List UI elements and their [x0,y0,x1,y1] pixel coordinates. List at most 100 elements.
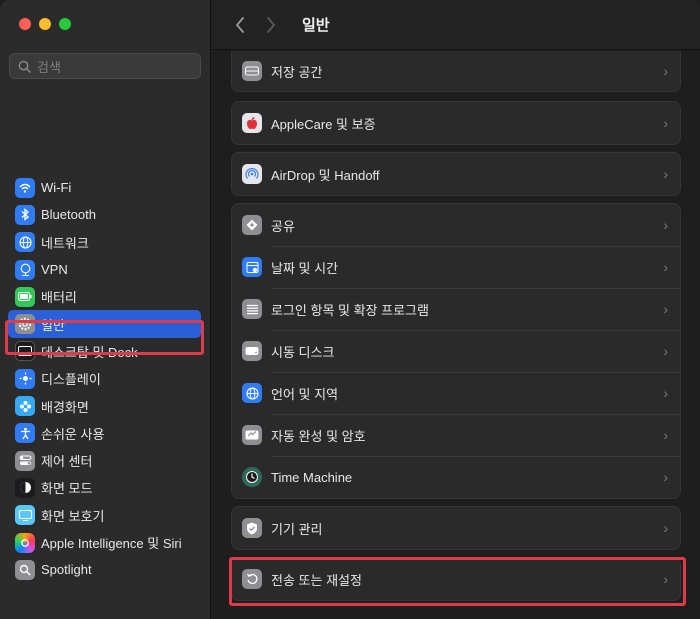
row-device-management[interactable]: 기기 관리 › [232,507,680,549]
row-label: 공유 [271,218,295,234]
row-autofill-passwords[interactable]: 자동 완성 및 암호 › [232,414,680,456]
window-controls [19,18,71,30]
apple-logo-icon [242,113,262,133]
sidebar-item-appearance[interactable]: 화면 모드 [0,474,211,501]
row-label: 기기 관리 [271,521,323,537]
chevron-right-icon: › [663,571,668,587]
keyboard-icon [242,425,262,445]
row-applecare[interactable]: AppleCare 및 보증 › [232,102,680,144]
chevron-right-icon [267,16,276,33]
row-sharing[interactable]: 공유 › [232,204,680,246]
search-input[interactable]: 검색 [9,53,201,79]
calendar-clock-icon [242,257,262,277]
sidebar-item-label: 손쉬운 사용 [41,426,105,442]
chevron-right-icon: › [663,259,668,275]
settings-group-airdrop: AirDrop 및 Handoff › [231,152,681,196]
sidebar-item-label: VPN [41,262,68,278]
sidebar-item-wifi[interactable]: Wi-Fi [0,174,211,201]
sidebar-item-label: Bluetooth [41,207,96,223]
chevron-left-icon [235,16,244,33]
settings-group-device: 기기 관리 › [231,506,681,550]
sidebar-item-label: 제어 센터 [41,454,93,470]
row-time-machine[interactable]: Time Machine › [232,456,680,498]
sidebar-item-control-center[interactable]: 제어 센터 [0,447,211,474]
magnifier-icon [15,559,35,580]
row-label: 로그인 항목 및 확장 프로그램 [271,302,429,318]
sidebar-item-label: 배경화면 [41,399,89,415]
time-machine-icon [242,467,262,487]
chevron-right-icon: › [663,115,668,131]
chevron-right-icon: › [663,520,668,536]
sidebar-item-network[interactable]: 네트워크 [0,229,211,256]
forward-button[interactable] [258,12,284,38]
chevron-right-icon: › [663,343,668,359]
display-icon [15,368,35,389]
device-management-icon [242,518,262,538]
screensaver-icon [15,505,35,526]
reset-icon [242,569,262,589]
row-label: Time Machine [271,469,353,485]
battery-icon [15,286,35,307]
row-label: 자동 완성 및 암호 [271,428,366,444]
row-label: 날짜 및 시간 [271,260,339,276]
row-date-time[interactable]: 날짜 및 시간 › [232,246,680,288]
sidebar-item-apple-intelligence-siri[interactable]: Apple Intelligence 및 Siri [0,529,211,556]
settings-group-applecare: AppleCare 및 보증 › [231,101,681,145]
sidebar-item-desktop-dock[interactable]: 데스크탑 및 Dock [0,338,211,365]
row-storage[interactable]: 저장 공간 › [232,51,680,91]
globe-icon [242,383,262,403]
sidebar-item-vpn[interactable]: VPN [0,256,211,283]
minimize-button[interactable] [39,18,51,30]
row-label: 시동 디스크 [271,344,335,360]
toolbar: 일반 [212,0,700,50]
chevron-right-icon: › [663,469,668,485]
sidebar-item-battery[interactable]: 배터리 [0,283,211,310]
sidebar-item-label: 네트워크 [41,235,89,251]
row-label: 저장 공간 [271,64,323,80]
zoom-button[interactable] [59,18,71,30]
chevron-right-icon: › [663,301,668,317]
back-button[interactable] [227,12,253,38]
wifi-icon [15,177,35,198]
row-language-region[interactable]: 언어 및 지역 › [232,372,680,414]
sidebar-item-label: 배터리 [41,290,77,306]
search-placeholder: 검색 [37,59,61,75]
chevron-right-icon: › [663,385,668,401]
close-button[interactable] [19,18,31,30]
row-login-items[interactable]: 로그인 항목 및 확장 프로그램 › [232,288,680,330]
row-startup-disk[interactable]: 시동 디스크 › [232,330,680,372]
airdrop-icon [242,164,262,184]
main-content: 저장 공간 › AppleCare 및 보증 › AirDrop 및 Hando… [212,51,700,619]
sidebar-item-wallpaper[interactable]: 배경화면 [0,392,211,419]
row-label: AppleCare 및 보증 [271,116,376,132]
row-airdrop-handoff[interactable]: AirDrop 및 Handoff › [232,153,680,195]
sidebar: 검색 Wi-Fi Bluetooth 네트워크 VPN 배터리 일반 데스크탑 … [0,0,211,619]
wallpaper-icon [15,396,35,417]
sidebar-item-label: 데스크탑 및 Dock [41,344,138,360]
chevron-right-icon: › [663,217,668,233]
storage-icon [242,61,262,81]
search-icon [18,60,31,73]
settings-group-storage: 저장 공간 › [231,51,681,92]
globe-icon [15,232,35,253]
sidebar-item-spotlight[interactable]: Spotlight [0,556,211,583]
sidebar-item-bluetooth[interactable]: Bluetooth [0,201,211,228]
sidebar-item-label: Apple Intelligence 및 Siri [41,536,182,551]
row-label: 언어 및 지역 [271,386,339,402]
sharing-icon [242,215,262,235]
accessibility-icon [15,423,35,444]
sidebar-item-accessibility[interactable]: 손쉬운 사용 [0,420,211,447]
chevron-right-icon: › [663,63,668,79]
dock-icon [15,341,35,362]
disk-icon [242,341,262,361]
row-transfer-reset[interactable]: 전송 또는 재설정 › [232,558,680,600]
sidebar-item-label: Wi-Fi [41,180,72,196]
chevron-right-icon: › [663,166,668,182]
sidebar-item-screensaver[interactable]: 화면 보호기 [0,502,211,529]
sidebar-item-display[interactable]: 디스플레이 [0,365,211,392]
bluetooth-icon [15,204,35,225]
sidebar-item-label: Spotlight [41,562,92,578]
sidebar-item-general[interactable]: 일반 [8,310,201,338]
settings-group-reset: 전송 또는 재설정 › [231,557,681,601]
sidebar-item-label: 디스플레이 [41,372,101,388]
